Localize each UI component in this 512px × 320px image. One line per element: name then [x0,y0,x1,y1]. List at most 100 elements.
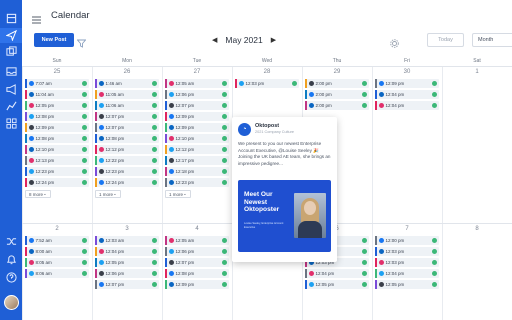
post-time: 12:07 pm [105,125,125,130]
new-post-button[interactable]: New Post [34,33,74,47]
post-entry[interactable]: 1:46 am [95,79,159,88]
check-icon [82,169,87,174]
post-status-bar [375,280,377,289]
post-entry[interactable]: 12:07 pm [165,101,229,110]
post-entry[interactable]: 12:23 pm [165,178,229,187]
check-icon [222,238,227,243]
post-entry[interactable]: 12:06 pm [165,247,229,256]
hamburger-icon[interactable] [32,11,41,24]
post-entry[interactable]: 12:03 am [95,236,159,245]
post-entry[interactable]: 12:22 pm [95,156,159,165]
post-entry[interactable]: 12:07 pm [95,112,159,121]
post-entry[interactable]: 12:08 pm [95,134,159,143]
post-entry[interactable]: 12:23 pm [95,167,159,176]
filter-icon[interactable] [76,35,87,48]
post-entry[interactable]: 12:06 pm [95,269,159,278]
post-entry[interactable]: 12:07 pm [95,280,159,289]
post-entry[interactable]: 2:00 pm [305,79,369,88]
bell-icon[interactable] [5,254,17,265]
post-entry[interactable]: 12:05 pm [95,258,159,267]
post-time: 11:04 am [35,92,54,97]
more-link[interactable]: 1 more ⌄ [95,190,121,198]
post-entry[interactable]: 2:00 pm [305,101,369,110]
post-entry[interactable]: 12:05 am [165,236,229,245]
post-entry[interactable]: 12:10 pm [165,134,229,143]
post-entry[interactable]: 7:07 am [25,79,89,88]
network-icon [98,92,104,97]
post-entry[interactable]: 12:05 pm [25,101,89,110]
portrait-image [294,193,326,238]
popup-image-title: Meet Our Newest Oktoposter [244,191,280,213]
post-entry[interactable]: 12:24 pm [95,178,159,187]
post-status-bar [95,101,97,110]
post-entry[interactable]: 11:05 am [95,90,159,99]
post-entry[interactable]: 2:00 pm [305,90,369,99]
post-entry[interactable]: 12:12 pm [95,145,159,154]
day-header: Wed [261,58,273,64]
post-entry[interactable]: 12:17 pm [165,156,229,165]
post-entry[interactable]: 11:06 am [95,101,159,110]
view-select-value: Month [478,37,494,43]
chart-icon[interactable] [5,100,17,111]
post-time: 12:05 pm [105,260,125,265]
post-entry[interactable]: 8:05 am [25,258,89,267]
post-entry[interactable]: 12:09 pm [165,112,229,121]
megaphone-icon[interactable] [5,84,17,95]
prev-month-icon[interactable]: ◀ [212,36,217,44]
post-entry[interactable]: 12:04 pm [305,269,369,278]
post-entry[interactable]: 12:18 pm [165,167,229,176]
network-icon [28,136,34,141]
check-icon [432,249,437,254]
network-icon [168,125,174,130]
copy-icon[interactable] [5,46,17,57]
post-entry[interactable]: 12:04 pm [375,101,439,110]
avatar[interactable] [4,295,19,310]
gear-icon[interactable] [390,35,399,48]
post-entry[interactable]: 12:09 pm [165,280,229,289]
post-entry[interactable]: 12:12 pm [165,145,229,154]
post-entry[interactable]: 11:04 am [25,90,89,99]
next-month-icon[interactable]: ▶ [271,36,276,44]
grid-icon[interactable] [5,118,17,129]
post-entry[interactable]: 12:05 am [165,79,229,88]
post-entry[interactable]: 12:05 pm [375,280,439,289]
post-entry[interactable]: 12:03 pm [375,247,439,256]
layout-icon[interactable] [5,13,17,24]
post-entry[interactable]: 12:09 pm [165,123,229,132]
post-entry[interactable]: 8:00 am [25,247,89,256]
check-icon [362,260,367,265]
inbox-icon[interactable] [5,66,17,77]
post-entry[interactable]: 8:06 am [25,269,89,278]
post-entry[interactable]: 12:07 pm [165,258,229,267]
post-time: 12:22 pm [105,158,125,163]
post-entry[interactable]: 12:03 pm [235,79,299,88]
more-link[interactable]: 1 more ⌄ [165,190,191,198]
send-icon[interactable] [0,28,22,43]
post-entry[interactable]: 12:08 pm [165,269,229,278]
post-entry[interactable]: 12:04 pm [95,247,159,256]
post-status-bar [375,101,377,110]
view-select[interactable]: Month▼ [472,33,512,47]
post-entry[interactable]: 12:09 pm [25,123,89,132]
post-entry[interactable]: 12:00 pm [375,236,439,245]
post-entry[interactable]: 12:04 pm [375,90,439,99]
post-entry[interactable]: 12:24 pm [25,178,89,187]
post-entry[interactable]: 12:06 pm [165,90,229,99]
shuffle-icon[interactable] [5,236,17,247]
post-entry[interactable]: 12:23 pm [25,167,89,176]
post-entry[interactable]: 12:13 pm [25,156,89,165]
post-entry[interactable]: 12:04 pm [375,269,439,278]
post-entry[interactable]: 12:05 pm [305,280,369,289]
today-button[interactable]: Today [427,33,464,47]
post-entry[interactable]: 12:10 pm [25,145,89,154]
network-icon [168,271,174,276]
post-entry[interactable]: 7:52 am [25,236,89,245]
post-entry[interactable]: 12:03 pm [375,258,439,267]
post-status-bar [305,79,307,88]
post-entry[interactable]: 12:09 pm [375,79,439,88]
post-entry[interactable]: 12:08 pm [25,112,89,121]
post-entry[interactable]: 12:07 pm [95,123,159,132]
help-icon[interactable] [5,272,17,283]
more-link[interactable]: 8 more ⌄ [25,190,51,198]
post-entry[interactable]: 12:08 pm [25,134,89,143]
